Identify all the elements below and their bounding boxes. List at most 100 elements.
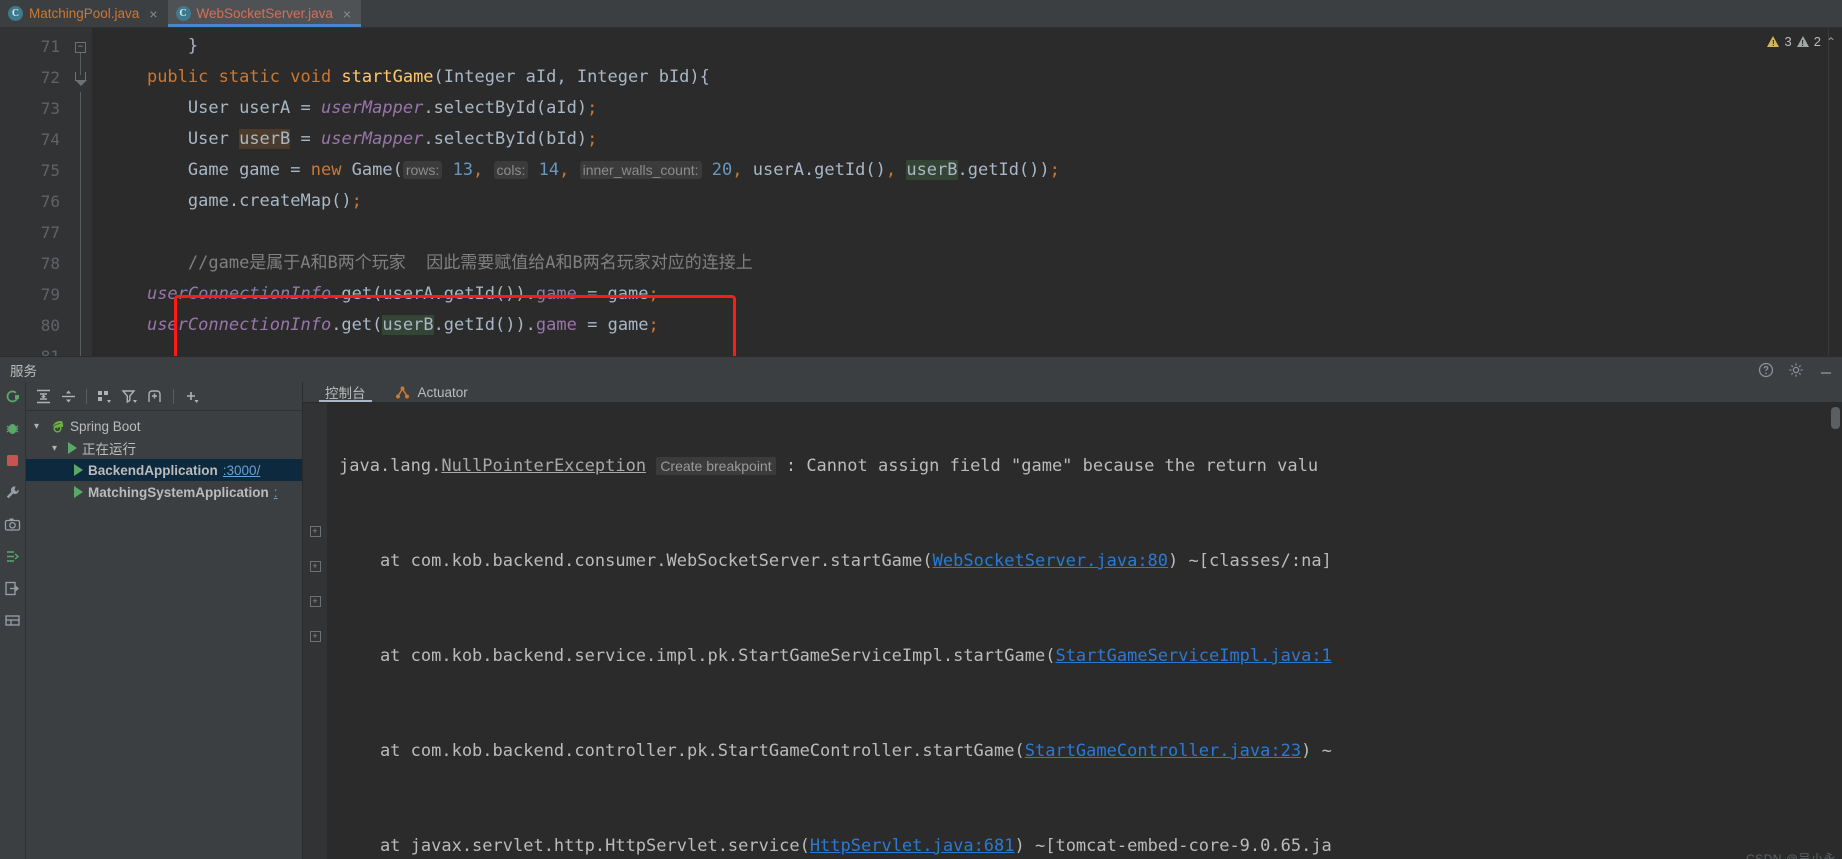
line-number: 77 — [40, 223, 60, 242]
spring-boot-icon — [50, 419, 65, 434]
scrollbar-thumb[interactable] — [1831, 407, 1840, 429]
fold-slot: + — [303, 549, 327, 584]
code-line-highlighted: userConnectionInfo.get(userB.getId()).ga… — [146, 315, 659, 335]
console-tab-label: 控制台 — [325, 386, 366, 401]
run-icon — [74, 486, 83, 498]
add-tab-icon[interactable] — [144, 386, 166, 406]
add-service-icon[interactable] — [181, 386, 203, 406]
watermark: CSDN @吴小永 — [1745, 852, 1836, 859]
exception-class-link[interactable]: NullPointerException — [441, 456, 646, 476]
editor-tab-bar: C MatchingPool.java × C WebSocketServer.… — [0, 0, 1842, 28]
source-link[interactable]: StartGameServiceImpl.java:1 — [1055, 646, 1331, 666]
minimize-icon[interactable] — [1818, 362, 1834, 378]
code-text-area[interactable]: } public static void startGame(Integer a… — [92, 28, 1842, 356]
source-link[interactable]: HttpServlet.java:681 — [810, 836, 1015, 856]
inspection-widget[interactable]: 3 2 ⌃ — [1767, 34, 1836, 49]
code-line: Game game = new Game(rows: 13, cols: 14,… — [187, 160, 1060, 180]
editor-tab-label: MatchingPool.java — [29, 6, 140, 21]
camera-snapshot-icon[interactable] — [4, 516, 21, 533]
console-scrollbar[interactable] — [1828, 403, 1842, 859]
rerun-service-icon[interactable] — [4, 388, 21, 405]
console-line-stack: at javax.servlet.http.HttpServlet.servic… — [339, 829, 1842, 859]
code-editor[interactable]: 71 72 73 74 75 76 77 78 79 80 81 − } pub… — [0, 28, 1842, 356]
code-line: public static void startGame(Integer aId… — [146, 67, 710, 87]
weak-warning-icon — [1796, 36, 1809, 48]
console-tab-actuator[interactable]: Actuator — [380, 382, 482, 402]
console-fold-gutter[interactable]: + + + + — [303, 403, 327, 859]
close-icon[interactable]: × — [149, 7, 157, 21]
fold-expand-icon[interactable]: + — [309, 526, 321, 537]
editor-scrollbar[interactable] — [1828, 28, 1842, 356]
group-by-icon[interactable] — [94, 386, 116, 406]
fold-expand-icon[interactable]: + — [309, 561, 321, 572]
tree-node-label: Spring Boot — [70, 418, 141, 434]
param-hint-cols: cols: — [493, 161, 529, 179]
chevron-down-icon[interactable]: ▾ — [34, 421, 45, 432]
services-title: 服务 — [10, 363, 37, 379]
stop-icon[interactable] — [4, 452, 21, 469]
settings-wrench-icon[interactable] — [4, 484, 21, 501]
service-port-link[interactable]: :3000/ — [223, 463, 261, 478]
debug-icon[interactable] — [4, 420, 21, 437]
source-link[interactable]: WebSocketServer.java:80 — [933, 551, 1168, 571]
tree-node-matching-system-application[interactable]: MatchingSystemApplication : — [26, 481, 302, 503]
line-number: 80 — [40, 316, 60, 335]
tree-node-label: 正在运行 — [82, 442, 136, 457]
toolbar-separator — [86, 388, 87, 404]
create-breakpoint-badge[interactable]: Create breakpoint — [656, 457, 776, 475]
fold-expand-icon[interactable]: + — [309, 596, 321, 607]
tree-node-spring-boot[interactable]: ▾ Spring Boot — [26, 415, 302, 437]
code-folding-gutter[interactable]: − — [70, 28, 92, 356]
tree-node-backend-application[interactable]: BackendApplication :3000/ — [26, 459, 302, 481]
code-line: } — [187, 36, 199, 56]
console-output-area[interactable]: + + + + java.lang.NullPointerException C… — [303, 403, 1842, 859]
line-number: 72 — [40, 68, 60, 87]
fold-expand-icon[interactable]: + — [309, 631, 321, 642]
java-class-icon: C — [8, 6, 23, 21]
service-port-link[interactable]: : — [274, 485, 278, 500]
console-panel: 控制台 Actuator + + + + java.lang.NullPoint… — [303, 382, 1842, 859]
stack-frame-text: at com.kob.backend.controller.pk.StartGa… — [339, 741, 1025, 761]
fold-line — [80, 92, 81, 356]
fold-expand-icon[interactable] — [75, 72, 87, 86]
chevron-up-icon[interactable]: ⌃ — [1826, 35, 1836, 49]
line-number: 81 — [0, 341, 70, 356]
java-class-icon: C — [175, 6, 191, 21]
run-icon — [68, 442, 77, 454]
tree-node-label: MatchingSystemApplication — [88, 484, 269, 500]
line-number-gutter: 71 72 73 74 75 76 77 78 79 80 81 — [0, 28, 70, 356]
import-icon[interactable] — [4, 580, 21, 597]
stack-frame-suffix: ) ~[tomcat-embed-core-9.0.65.ja — [1014, 836, 1332, 856]
tree-node-running[interactable]: ▾ 正在运行 — [26, 437, 302, 459]
fold-slot: + — [303, 584, 327, 619]
layout-icon[interactable] — [4, 612, 21, 629]
console-tab-console[interactable]: 控制台 — [311, 382, 380, 402]
filter-icon[interactable] — [119, 386, 141, 406]
editor-tab-websocketserver[interactable]: C WebSocketServer.java × — [167, 0, 362, 27]
chevron-down-icon[interactable]: ▾ — [52, 443, 63, 454]
literal-cols: 14 — [538, 160, 560, 180]
close-icon[interactable]: × — [343, 7, 351, 21]
code-line: game.createMap(); — [187, 191, 362, 211]
collapse-all-icon[interactable] — [57, 386, 79, 406]
source-link[interactable]: StartGameController.java:23 — [1025, 741, 1301, 761]
toolbar-separator — [173, 388, 174, 404]
param-hint-rows: rows: — [402, 161, 443, 179]
editor-tab-label: WebSocketServer.java — [196, 6, 333, 21]
gear-icon[interactable] — [1788, 362, 1804, 378]
services-action-rail — [0, 382, 26, 859]
fold-collapse-icon[interactable]: − — [75, 42, 86, 53]
stack-frame-text: at javax.servlet.http.HttpServlet.servic… — [339, 836, 810, 856]
line-number: 74 — [40, 130, 60, 149]
fold-slot: + — [303, 514, 327, 549]
expand-all-icon[interactable] — [32, 386, 54, 406]
thread-dump-icon[interactable] — [4, 548, 21, 565]
warning-icon — [1767, 36, 1780, 48]
help-icon[interactable] — [1758, 362, 1774, 378]
editor-tab-matchingpool[interactable]: C MatchingPool.java × — [0, 0, 168, 27]
stack-frame-text: at com.kob.backend.consumer.WebSocketSer… — [339, 551, 933, 571]
services-tool-window-header: 服务 — [0, 356, 1842, 382]
literal-walls: 20 — [711, 160, 733, 180]
